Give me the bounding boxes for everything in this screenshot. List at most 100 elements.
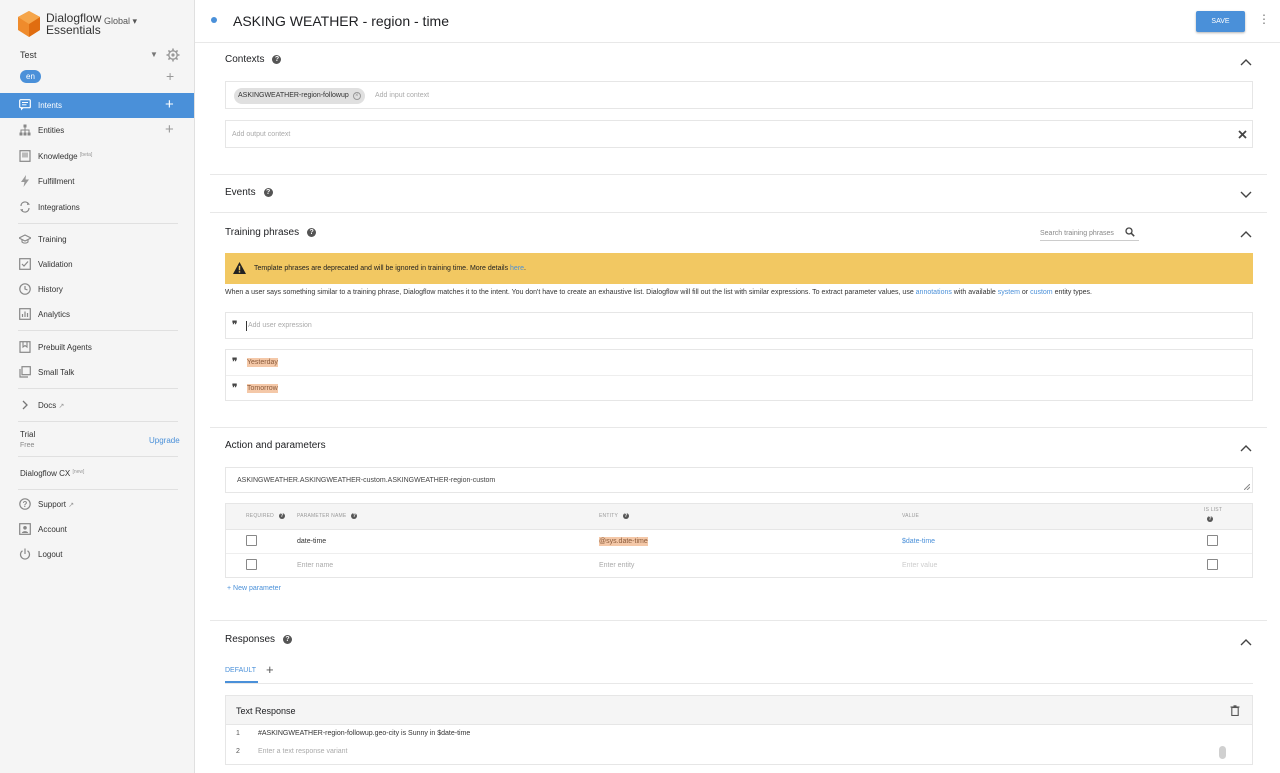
add-entity-icon[interactable]: + [165, 122, 174, 137]
response-variant-input[interactable]: Enter a text response variant [258, 748, 348, 755]
sidebar-item-label: Fulfillment [38, 177, 75, 186]
input-context-field[interactable]: ASKINGWEATHER-region-followup × Add input… [225, 81, 1253, 109]
dialogflow-cx-link[interactable]: Dialogflow CX [new] [20, 469, 84, 478]
custom-entities-link[interactable]: custom [1030, 289, 1053, 296]
parameter-entity-input[interactable]: Enter entity [599, 562, 634, 569]
sidebar-item-logout[interactable]: Logout [0, 542, 194, 567]
events-section-title[interactable]: Events? [225, 187, 273, 198]
sidebar-item-support[interactable]: ? Support ↗ [0, 492, 194, 517]
sidebar-item-label: Training [38, 235, 67, 244]
search-icon[interactable] [1125, 227, 1135, 237]
responses-section-title[interactable]: Responses? [225, 634, 293, 645]
chevron-up-icon[interactable] [1240, 230, 1252, 238]
quote-icon: ❞ [232, 320, 238, 331]
status-dot [211, 17, 217, 23]
warning-icon [233, 262, 246, 274]
sidebar-item-knowledge[interactable]: Knowledge [beta] [0, 144, 194, 169]
training-description: When a user says something similar to a … [225, 289, 1092, 296]
brand[interactable]: Dialogflow Essentials [18, 9, 101, 39]
parameter-value-input[interactable]: Enter value [902, 562, 937, 569]
clear-icon[interactable] [1238, 130, 1247, 139]
book-icon [19, 150, 31, 162]
sidebar-item-training[interactable]: Training [0, 227, 194, 252]
help-icon[interactable]: ? [283, 635, 293, 644]
is-list-checkbox[interactable] [1207, 559, 1218, 570]
upgrade-link[interactable]: Upgrade [149, 436, 180, 445]
help-icon[interactable]: ? [307, 228, 317, 237]
sidebar-item-small-talk[interactable]: Small Talk [0, 360, 194, 385]
sidebar-item-prebuilt-agents[interactable]: Prebuilt Agents [0, 335, 194, 360]
required-checkbox[interactable] [246, 559, 257, 570]
training-phrase-text[interactable]: Tomorrow [247, 384, 278, 393]
warning-details-link[interactable]: here [510, 265, 524, 272]
system-entities-link[interactable]: system [998, 289, 1020, 296]
remove-chip-icon[interactable]: × [352, 92, 361, 100]
region-selector[interactable]: Global ▾ [104, 16, 137, 27]
search-training-input[interactable]: Search training phrases [1040, 227, 1139, 241]
sidebar-item-docs[interactable]: Docs ↗ [0, 393, 194, 418]
sidebar-item-label: Logout [38, 550, 63, 559]
trash-icon[interactable] [1230, 705, 1240, 716]
chevron-up-icon[interactable] [1240, 58, 1252, 66]
resize-handle-icon[interactable] [1244, 484, 1250, 490]
chevron-up-icon[interactable] [1240, 638, 1252, 646]
chevron-down-icon[interactable] [1240, 191, 1252, 199]
gear-icon[interactable] [166, 48, 180, 62]
list-item[interactable]: ❞ Yesterday [226, 350, 1252, 376]
brand-name: Dialogflow Essentials [46, 11, 102, 37]
is-list-checkbox[interactable] [1207, 535, 1218, 546]
help-icon[interactable]: ? [351, 513, 358, 519]
parameter-name[interactable]: date-time [297, 538, 326, 545]
help-icon[interactable]: ? [622, 513, 629, 519]
sidebar-item-label: Small Talk [38, 368, 75, 377]
sidebar-item-intents[interactable]: Intents + [0, 93, 194, 118]
tab-default[interactable]: DEFAULT [225, 667, 256, 674]
sidebar-item-integrations[interactable]: Integrations [0, 195, 194, 220]
agent-name[interactable]: Test [20, 50, 37, 60]
contexts-section-title[interactable]: Contexts? [225, 54, 282, 65]
scrollbar-thumb[interactable] [1219, 746, 1226, 759]
output-context-field[interactable]: Add output context [225, 120, 1253, 148]
divider [18, 489, 178, 490]
add-user-expression-field[interactable]: ❞ Add user expression [225, 312, 1253, 339]
divider [18, 388, 178, 389]
page-title[interactable]: ASKING WEATHER - region - time [233, 13, 449, 29]
sidebar: Dialogflow Essentials Global ▾ Test ▼ en… [0, 0, 195, 773]
action-name-field[interactable]: ASKINGWEATHER.ASKINGWEATHER-custom.ASKIN… [225, 467, 1253, 493]
response-text[interactable]: #ASKINGWEATHER-region-followup.geo-city … [258, 730, 470, 737]
action-section-title[interactable]: Action and parameters [225, 440, 326, 451]
language-badge[interactable]: en [20, 70, 41, 83]
save-button[interactable]: SAVE [1196, 11, 1245, 32]
add-intent-icon[interactable]: + [165, 97, 174, 112]
parameter-value[interactable]: $date-time [902, 538, 935, 545]
help-icon[interactable]: ? [279, 513, 285, 519]
annotations-link[interactable]: annotations [916, 289, 952, 296]
help-icon[interactable]: ? [1207, 516, 1213, 522]
list-item[interactable]: ❞ Tomorrow [226, 376, 1252, 402]
sidebar-item-fulfillment[interactable]: Fulfillment [0, 169, 194, 194]
section-divider [210, 620, 1267, 621]
parameter-name-input[interactable]: Enter name [297, 562, 333, 569]
add-language-icon[interactable]: + [166, 69, 174, 83]
agent-dropdown-icon[interactable]: ▼ [150, 50, 158, 59]
training-phrase-text[interactable]: Yesterday [247, 358, 278, 367]
sidebar-item-validation[interactable]: Validation [0, 252, 194, 277]
quote-icon: ❞ [232, 383, 238, 394]
add-tab-icon[interactable]: + [266, 663, 274, 676]
chevron-up-icon[interactable] [1240, 444, 1252, 452]
required-checkbox[interactable] [246, 535, 257, 546]
training-section-title[interactable]: Training phrases? [225, 227, 317, 238]
divider [18, 421, 178, 422]
parameter-entity[interactable]: @sys.date-time [599, 537, 648, 546]
sidebar-item-entities[interactable]: Entities + [0, 118, 194, 143]
sidebar-item-label: Account [38, 525, 67, 534]
sidebar-item-account[interactable]: Account [0, 517, 194, 542]
section-divider [210, 212, 1267, 213]
input-context-chip[interactable]: ASKINGWEATHER-region-followup × [234, 88, 365, 104]
more-options-icon[interactable]: ⋮ [1258, 13, 1270, 25]
help-icon[interactable]: ? [263, 188, 273, 197]
sidebar-item-history[interactable]: History [0, 277, 194, 302]
help-icon[interactable]: ? [272, 55, 282, 64]
new-parameter-button[interactable]: + New parameter [227, 585, 281, 592]
sidebar-item-analytics[interactable]: Analytics [0, 302, 194, 327]
